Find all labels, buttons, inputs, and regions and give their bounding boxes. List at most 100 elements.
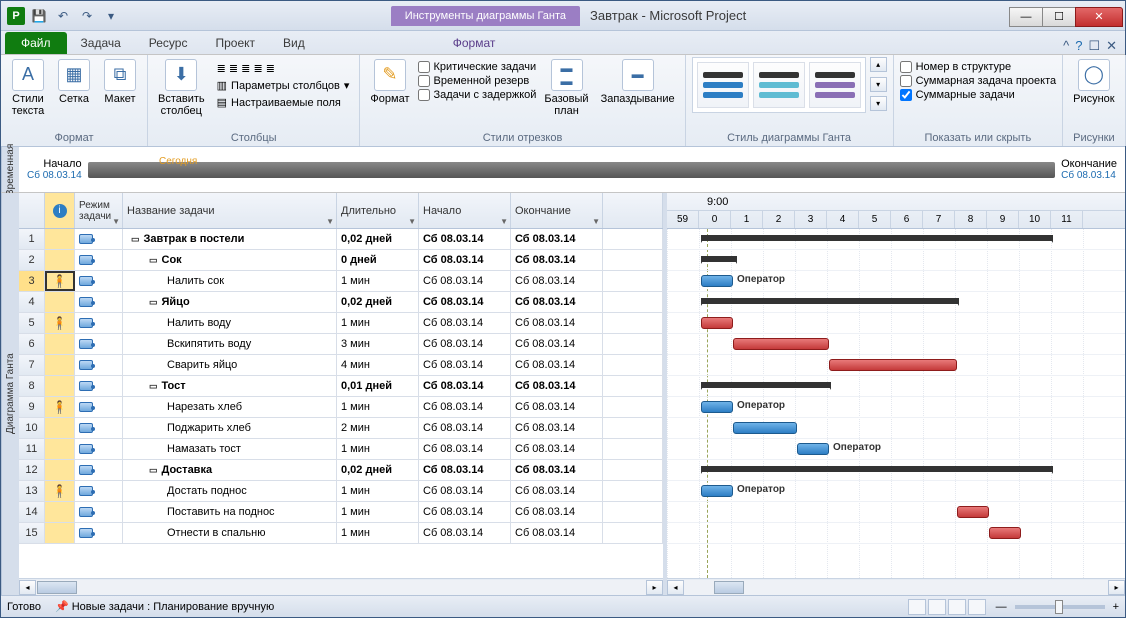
row-number[interactable]: 1 [19,229,45,249]
name-cell[interactable]: ▭Доставка [123,460,337,480]
mode-cell[interactable] [75,481,123,501]
task-bar[interactable] [829,359,957,371]
name-cell[interactable]: ▭Яйцо [123,292,337,312]
view-button-2[interactable] [928,599,946,615]
table-row[interactable]: 7Сварить яйцо4 минСб 08.03.14Сб 08.03.14 [19,355,663,376]
gantt-view-tab[interactable]: Диаграмма Ганта [1,193,19,595]
finish-cell[interactable]: Сб 08.03.14 [511,250,603,270]
gantt-row[interactable] [667,418,1125,439]
duration-cell[interactable]: 3 мин [337,334,419,354]
gantt-row[interactable] [667,250,1125,271]
header-finish[interactable]: Окончание▼ [511,193,603,228]
gallery-up-icon[interactable]: ▴ [870,57,887,72]
indicator-cell[interactable] [45,376,75,396]
row-number[interactable]: 14 [19,502,45,522]
row-number[interactable]: 6 [19,334,45,354]
gantt-row[interactable]: Оператор [667,397,1125,418]
gallery-down-icon[interactable]: ▾ [870,77,887,92]
gantt-body[interactable]: ОператорОператорОператорОператор [667,229,1125,578]
gantt-row[interactable] [667,523,1125,544]
indicator-cell[interactable] [45,334,75,354]
mdi-close-icon[interactable]: ✕ [1106,38,1117,54]
mode-cell[interactable] [75,334,123,354]
start-cell[interactable]: Сб 08.03.14 [419,229,511,249]
extra-cell[interactable] [603,376,663,396]
extra-cell[interactable] [603,250,663,270]
custom-fields-button[interactable]: ▤ Настраиваемые поля [213,95,354,110]
duration-cell[interactable]: 0,02 дней [337,229,419,249]
zoom-out-icon[interactable]: — [996,601,1007,613]
name-cell[interactable]: Намазать тост [123,439,337,459]
zoom-slider[interactable] [1015,605,1105,609]
indicator-cell[interactable] [45,502,75,522]
start-cell[interactable]: Сб 08.03.14 [419,376,511,396]
task-bar[interactable] [957,506,989,518]
table-row[interactable]: 4▭Яйцо0,02 днейСб 08.03.14Сб 08.03.14 [19,292,663,313]
summary-bar[interactable] [701,298,959,304]
undo-icon[interactable]: ↶ [53,6,73,26]
gantt-row[interactable] [667,376,1125,397]
extra-cell[interactable] [603,502,663,522]
start-cell[interactable]: Сб 08.03.14 [419,397,511,417]
extra-cell[interactable] [603,418,663,438]
finish-cell[interactable]: Сб 08.03.14 [511,334,603,354]
mode-cell[interactable] [75,376,123,396]
duration-cell[interactable]: 0,01 дней [337,376,419,396]
indicator-cell[interactable] [45,229,75,249]
finish-cell[interactable]: Сб 08.03.14 [511,502,603,522]
row-number[interactable]: 13 [19,481,45,501]
layout-button[interactable]: ⧉Макет [99,57,141,107]
critical-tasks-checkbox[interactable]: Критические задачи [418,61,537,73]
collapse-icon[interactable]: ▭ [149,381,158,392]
gallery-more-icon[interactable]: ▾ [870,96,887,111]
extra-cell[interactable] [603,523,663,543]
slippage-button[interactable]: ▬Запаздывание [597,57,679,107]
extra-cell[interactable] [603,481,663,501]
indicator-cell[interactable]: 🧍 [45,313,75,333]
indicator-cell[interactable]: 🧍 [45,271,75,291]
minimize-button[interactable]: — [1009,7,1043,27]
start-cell[interactable]: Сб 08.03.14 [419,439,511,459]
finish-cell[interactable]: Сб 08.03.14 [511,355,603,375]
mode-cell[interactable] [75,355,123,375]
extra-cell[interactable] [603,397,663,417]
row-number[interactable]: 5 [19,313,45,333]
finish-cell[interactable]: Сб 08.03.14 [511,481,603,501]
indicator-cell[interactable] [45,292,75,312]
mode-cell[interactable] [75,439,123,459]
help-icon[interactable]: ? [1075,38,1082,54]
qat-dropdown-icon[interactable]: ▾ [101,6,121,26]
indicator-cell[interactable]: 🧍 [45,481,75,501]
mode-cell[interactable] [75,502,123,522]
task-bar[interactable] [701,485,733,497]
row-number[interactable]: 3 [19,271,45,291]
redo-icon[interactable]: ↷ [77,6,97,26]
name-cell[interactable]: ▭Завтрак в постели [123,229,337,249]
name-cell[interactable]: Поджарить хлеб [123,418,337,438]
collapse-icon[interactable]: ▭ [149,465,158,476]
tab-view[interactable]: Вид [269,32,319,54]
indicator-cell[interactable] [45,355,75,375]
gantt-style-gallery[interactable] [692,57,866,113]
duration-cell[interactable]: 1 мин [337,313,419,333]
gantt-row[interactable] [667,502,1125,523]
tab-resource[interactable]: Ресурс [135,32,202,54]
gridlines-button[interactable]: ▦Сетка [53,57,95,107]
view-button-4[interactable] [968,599,986,615]
name-cell[interactable]: ▭Тост [123,376,337,396]
finish-cell[interactable]: Сб 08.03.14 [511,439,603,459]
table-row[interactable]: 11Намазать тост1 минСб 08.03.14Сб 08.03.… [19,439,663,460]
indicator-cell[interactable] [45,418,75,438]
table-row[interactable]: 6Вскипятить воду3 минСб 08.03.14Сб 08.03… [19,334,663,355]
header-start[interactable]: Начало▼ [419,193,511,228]
duration-cell[interactable]: 0,02 дней [337,292,419,312]
mode-cell[interactable] [75,313,123,333]
zoom-in-icon[interactable]: + [1113,601,1119,613]
name-cell[interactable]: ▭Сок [123,250,337,270]
row-number[interactable]: 10 [19,418,45,438]
summary-bar[interactable] [701,235,1053,241]
finish-cell[interactable]: Сб 08.03.14 [511,313,603,333]
column-settings-button[interactable]: ▥ Параметры столбцов ▾ [213,78,354,93]
mode-cell[interactable] [75,229,123,249]
format-bars-button[interactable]: ✎Формат [366,57,413,107]
